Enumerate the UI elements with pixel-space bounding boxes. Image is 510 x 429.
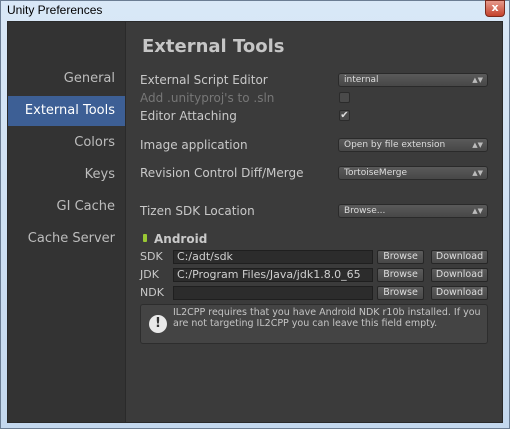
sidebar-item-keys[interactable]: Keys [8,160,125,190]
script-editor-label: External Script Editor [140,73,268,87]
ndk-download-button[interactable]: Download [431,286,488,300]
dropdown-arrow-icon: ▲▼ [472,76,483,84]
add-unityproj-checkbox[interactable] [339,92,350,103]
add-unityproj-label: Add .unityproj's to .sln [140,91,275,105]
sdk-download-button[interactable]: Download [431,250,488,264]
check-icon: ✔ [340,110,349,121]
android-foldout-icon[interactable] [143,234,147,242]
ndk-browse-button[interactable]: Browse [377,286,424,300]
tizen-sdk-dropdown[interactable]: Browse... ▲▼ [338,204,488,218]
ndk-help-box: ! IL2CPP requires that you have Android … [140,304,488,344]
editor-attaching-checkbox[interactable]: ✔ [339,110,350,121]
jdk-path-field[interactable]: C:/Program Files/Java/jdk1.8.0_65 [173,268,373,282]
editor-attaching-label: Editor Attaching [140,109,237,123]
dropdown-arrow-icon: ▲▼ [472,207,483,215]
preferences-client-area: General External Tools Colors Keys GI Ca… [7,21,503,423]
sdk-browse-button[interactable]: Browse [377,250,424,264]
sidebar-item-general[interactable]: General [8,64,125,94]
sdk-label: SDK [140,250,163,263]
script-editor-dropdown[interactable]: internal ▲▼ [338,73,488,87]
revision-control-label: Revision Control Diff/Merge [140,166,304,180]
jdk-browse-button[interactable]: Browse [377,268,424,282]
window-title: Unity Preferences [7,3,103,17]
image-app-label: Image application [140,138,248,152]
close-icon: x [491,1,499,14]
ndk-path-field[interactable] [173,286,373,300]
sidebar-item-cache-server[interactable]: Cache Server [8,224,125,254]
info-icon: ! [149,315,167,333]
ndk-label: NDK [140,286,164,299]
sdk-path-field[interactable]: C:/adt/sdk [173,250,373,264]
dropdown-arrow-icon: ▲▼ [472,169,483,177]
sidebar-item-external-tools[interactable]: External Tools [8,96,125,126]
dropdown-arrow-icon: ▲▼ [472,141,483,149]
jdk-download-button[interactable]: Download [431,268,488,282]
title-bar[interactable]: Unity Preferences x [1,0,509,21]
preferences-window: Unity Preferences x General External Too… [0,0,510,429]
sidebar-item-colors[interactable]: Colors [8,128,125,158]
ndk-help-text: IL2CPP requires that you have Android ND… [173,307,481,329]
page-title: External Tools [142,36,285,57]
sidebar: General External Tools Colors Keys GI Ca… [8,22,126,422]
jdk-label: JDK [140,268,159,281]
external-tools-panel: External Tools External Script Editor in… [126,22,502,422]
image-app-dropdown[interactable]: Open by file extension ▲▼ [338,138,488,152]
close-button[interactable]: x [485,0,505,17]
android-section-title: Android [154,232,208,246]
revision-control-dropdown[interactable]: TortoiseMerge ▲▼ [338,166,488,180]
tizen-sdk-label: Tizen SDK Location [140,204,255,218]
sidebar-item-gi-cache[interactable]: GI Cache [8,192,125,222]
